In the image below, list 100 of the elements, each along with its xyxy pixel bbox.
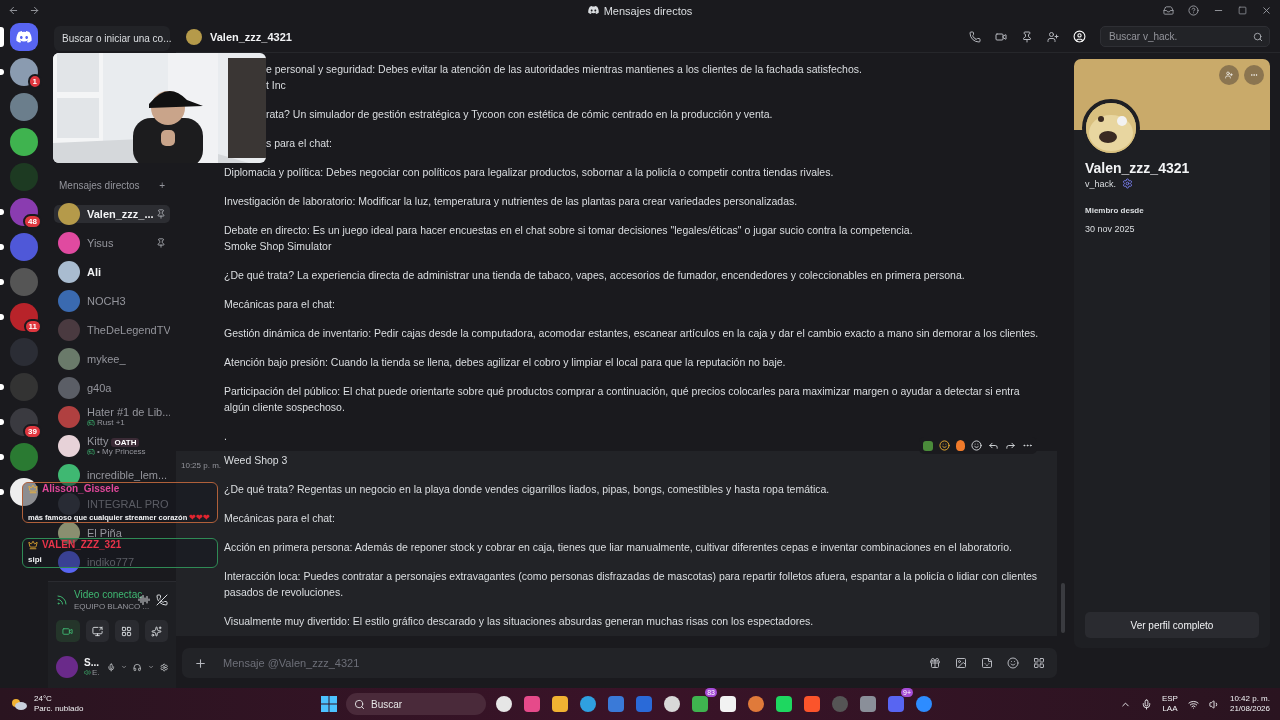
scrollbar-thumb[interactable] (1061, 583, 1065, 633)
inbox-icon[interactable] (1163, 5, 1174, 16)
camera-icon (62, 625, 74, 637)
search-field[interactable]: Buscar (346, 693, 486, 715)
contact-name: Kitty OATH (87, 435, 166, 447)
section-title: Mensajes directos (59, 179, 140, 191)
message-text: Investigación de laboratorio: Modificar la luz, temperatura y nutrientes de las plantas para crear variedades personalizadas. (224, 194, 799, 209)
dm-item[interactable]: Ali (54, 262, 170, 281)
contact-name: Yisus (87, 236, 115, 249)
message-field[interactable]: Mensaje @Valen_zzz_4321 (182, 648, 1057, 678)
window-title: Mensajes directos (603, 4, 693, 17)
forward-icon[interactable] (29, 5, 40, 16)
contact-name: incredible_lem... (87, 468, 166, 481)
plus-icon[interactable] (194, 656, 207, 670)
apps-icon[interactable] (1033, 657, 1045, 669)
message-input[interactable]: Mensaje @Valen_zzz_4321 (221, 656, 915, 670)
caret-icon[interactable] (121, 663, 128, 671)
screen-share-button[interactable] (85, 620, 109, 642)
message-text: Participación del público: El chat puede orientarte sobre qué productos comprar a continuación, qué precios colocarles para maximizar margen o ayudar a detectar si entra algún cliente sospechoso. (224, 384, 1021, 415)
server-icon[interactable] (10, 478, 38, 506)
effects-button[interactable] (144, 620, 168, 642)
username: v_hack. (1085, 178, 1117, 189)
clock-time: 10:42 p. m. (1229, 694, 1270, 704)
emoji-icon[interactable] (1007, 657, 1019, 669)
avatar (56, 656, 78, 678)
message-text: Weed Shop 3 (224, 453, 289, 468)
message-text: Diplomacia y política: Debes negociar con políticos para legalizar productos, sobornar a la policía o competir contra tiendas rivales. (224, 165, 835, 180)
channel-title: Valen_zzz_4321 (210, 30, 292, 43)
server-icon[interactable] (10, 58, 38, 86)
gift-icon[interactable] (929, 657, 941, 669)
profile-name: Valen_zzz_4321 (1085, 160, 1191, 176)
close-icon[interactable] (1261, 5, 1272, 16)
video-icon[interactable] (995, 30, 1007, 43)
dm-item[interactable]: Valen_zzz_... (54, 204, 170, 223)
dm-item[interactable]: NOCH3 (54, 291, 170, 310)
add-dm-button[interactable]: + (159, 179, 165, 191)
search-button[interactable]: Buscar o iniciar una co... (54, 26, 170, 51)
app-icon[interactable] (690, 694, 710, 714)
message-text: Atención bajo presión: Cuando la tienda se llena, debes agilizar el cobro y limpiar el local para que la reputación no baje. (224, 355, 787, 370)
help-icon[interactable] (1188, 5, 1199, 16)
field-label: Miembro desde (1085, 206, 1145, 215)
network-icon[interactable] (1187, 698, 1199, 710)
server-icon[interactable] (10, 128, 38, 156)
server-icon[interactable] (10, 303, 38, 331)
headphones-icon[interactable] (133, 661, 142, 673)
app-icon[interactable] (774, 694, 794, 714)
voice-channel: EQUIPO BLANCO ... (74, 601, 150, 612)
discord-logo-icon (587, 6, 599, 15)
phone-icon[interactable] (969, 30, 981, 43)
view-profile-button[interactable]: Ver perfil completo (1085, 612, 1259, 638)
chat-username: VALEN_ZZZ_321 (42, 540, 122, 550)
dm-item[interactable]: TheDeLegendTV (54, 320, 170, 339)
maximize-icon[interactable] (1238, 6, 1247, 15)
app-icon[interactable] (494, 694, 514, 714)
notification-badge: 48 (23, 214, 42, 229)
app-icon[interactable] (662, 694, 682, 714)
profile-icon[interactable] (1073, 30, 1086, 43)
message-text: Acción en primera persona: Además de reponer stock y cobrar en caja, tienes que liar manualmente, cultivar diferentes cepas e inventar combinaciones en el laboratorio. (224, 540, 1013, 555)
voice-status: Video conectac (74, 588, 143, 601)
app-icon[interactable] (550, 694, 570, 714)
camera-button[interactable] (56, 620, 80, 642)
settings-icon[interactable] (159, 661, 168, 673)
avatar (58, 376, 80, 399)
reply-icon[interactable] (988, 440, 999, 451)
add-friend-icon[interactable] (1047, 30, 1059, 43)
search-input[interactable]: Buscar v_hack. (1107, 30, 1237, 43)
microphone-icon[interactable] (106, 661, 116, 673)
message-text: e personal y seguridad: Debes evitar la atención de las autoridades mientras mantienes a los clientes de la fachada satisfechos. t Inc (266, 62, 863, 93)
reaction-icon[interactable] (923, 440, 933, 451)
member-date: 30 nov 2025 (1085, 224, 1136, 234)
back-icon[interactable] (8, 5, 19, 16)
server-icon[interactable] (10, 408, 38, 436)
add-reaction-icon[interactable] (971, 440, 982, 451)
sticker-icon[interactable] (981, 657, 993, 669)
chat-text: sipi (28, 555, 42, 565)
activity-text: • My Princess (97, 447, 146, 456)
smile-icon[interactable] (939, 440, 950, 451)
forward-icon[interactable] (1005, 440, 1016, 451)
dm-item[interactable]: Hater #1 de Lib... Rust +1 (54, 403, 170, 430)
microphone-icon[interactable] (1140, 698, 1152, 710)
pin-icon[interactable] (1021, 30, 1033, 43)
dm-item[interactable]: Kitty OATH • My Princess (54, 432, 170, 459)
message-text: . (224, 429, 228, 444)
home-button[interactable] (10, 23, 38, 51)
search-field[interactable]: Buscar v_hack. (1100, 26, 1270, 47)
dm-item[interactable]: Yisus (54, 233, 170, 252)
contact-name: El Piña (87, 526, 123, 539)
message-text: rata? Un simulador de gestión estratégica y Tycoon con estética de cómic centrado en la producción y venta. (266, 107, 774, 122)
volume-icon[interactable] (1208, 698, 1220, 710)
start-icon[interactable] (320, 695, 338, 713)
dm-item[interactable]: incredible_lem... (54, 465, 170, 484)
dm-item[interactable]: mykee_ (54, 349, 170, 368)
app-icon[interactable] (718, 694, 738, 714)
clock-date: 21/08/2026 (1229, 704, 1270, 714)
disconnect-icon[interactable] (156, 594, 168, 606)
caret-icon[interactable] (147, 663, 154, 671)
activities-button[interactable] (115, 620, 139, 642)
avatar (58, 231, 80, 254)
user-name: S... (84, 657, 100, 668)
dm-item[interactable]: g40a (54, 378, 170, 397)
